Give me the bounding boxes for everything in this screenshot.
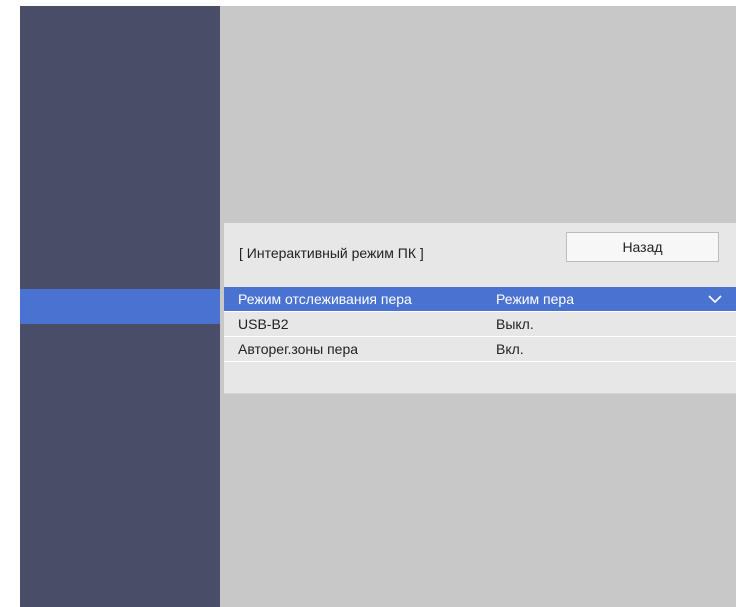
setting-value: Выкл. bbox=[496, 316, 534, 332]
panel-header: [ Интерактивный режим ПК ] Назад bbox=[224, 223, 736, 287]
page-title: [ Интерактивный режим ПК ] bbox=[239, 245, 424, 261]
setting-label: Режим отслеживания пера bbox=[238, 291, 412, 307]
settings-list: Режим отслеживания пера Режим пера USB-B… bbox=[224, 287, 736, 370]
setting-label: USB-B2 bbox=[238, 316, 289, 332]
setting-row-usb-b2[interactable]: USB-B2 Выкл. bbox=[224, 312, 736, 337]
setting-value: Режим пера bbox=[496, 291, 574, 307]
setting-row-pen-area-autocal[interactable]: Авторег.зоны пера Вкл. bbox=[224, 337, 736, 362]
sidebar bbox=[20, 6, 220, 607]
projector-menu-screen: [ Интерактивный режим ПК ] Назад Режим о… bbox=[20, 6, 736, 607]
chevron-down-icon[interactable] bbox=[708, 293, 722, 305]
setting-row-pen-tracking-mode[interactable]: Режим отслеживания пера Режим пера bbox=[224, 287, 736, 312]
back-button[interactable]: Назад bbox=[566, 232, 719, 262]
setting-value: Вкл. bbox=[496, 341, 524, 357]
settings-panel: [ Интерактивный режим ПК ] Назад Режим о… bbox=[224, 223, 736, 394]
sidebar-item-selected[interactable] bbox=[20, 289, 220, 324]
setting-label: Авторег.зоны пера bbox=[238, 341, 359, 357]
